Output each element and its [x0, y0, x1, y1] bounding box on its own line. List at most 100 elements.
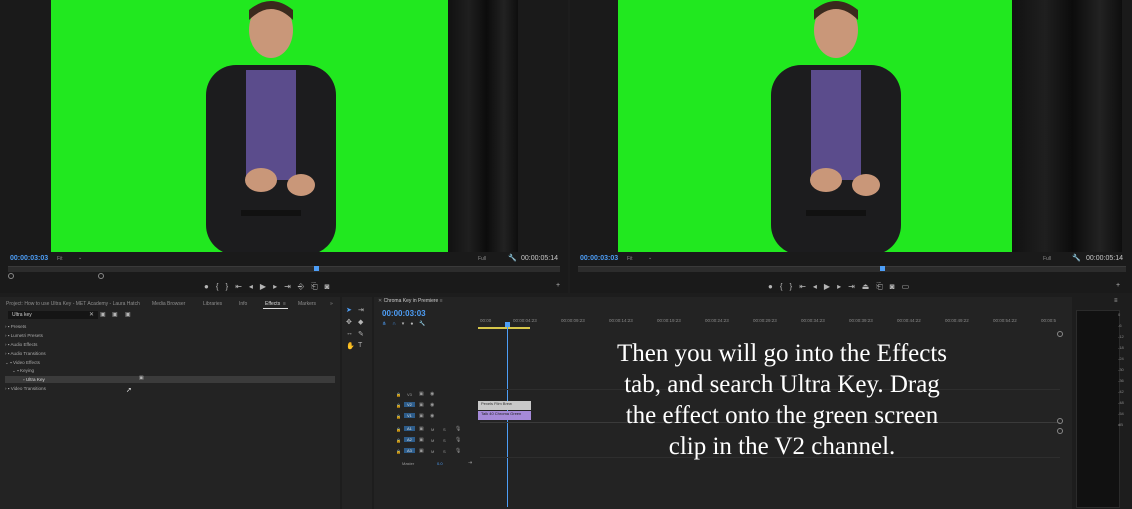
mute-icon[interactable]: M	[431, 438, 434, 443]
play-icon[interactable]: ▶	[824, 282, 837, 291]
tab-effects[interactable]: Effects	[265, 301, 280, 307]
eye-icon[interactable]: ◉	[430, 391, 434, 397]
lock-icon[interactable]: 🔒	[396, 392, 401, 397]
effects-search-input[interactable]: Ultra key	[8, 311, 98, 319]
eye-icon[interactable]: ◉	[430, 402, 434, 408]
program-full-dropdown[interactable]: Full	[1043, 256, 1051, 262]
tree-item-keying[interactable]: ⌄ ▪ Keying	[12, 368, 34, 374]
microphone-icon[interactable]: 🎙	[455, 448, 461, 454]
track-header-master[interactable]: Master 0.0 ⇥	[374, 459, 480, 469]
film-icon[interactable]: ▣	[419, 402, 424, 408]
extract-icon[interactable]: ⎗	[876, 282, 889, 291]
overwrite-icon[interactable]: ⎗	[311, 282, 324, 291]
step-back-icon[interactable]: ◂	[813, 282, 824, 291]
track-select-tool-icon[interactable]: ⇥	[358, 306, 364, 314]
film-icon[interactable]: ▣	[419, 391, 424, 397]
slip-tool-icon[interactable]: ↔	[346, 330, 353, 337]
source-playhead[interactable]	[314, 266, 319, 271]
work-area-bar[interactable]	[478, 327, 530, 329]
microphone-icon[interactable]: 🎙	[455, 426, 461, 432]
hand-tool-icon[interactable]: ✋	[346, 342, 355, 350]
camera-icon[interactable]: ◙	[325, 282, 337, 291]
marker-icon[interactable]: ●	[204, 282, 216, 291]
program-scrubber[interactable]	[578, 266, 1126, 272]
tree-item-presets[interactable]: › ▪ Presets	[5, 324, 26, 329]
pen-tool-icon[interactable]: ✎	[358, 330, 364, 338]
linked-selection-icon[interactable]: ∩	[392, 321, 402, 327]
tree-item-audio-transitions[interactable]: › ▪ Audio Transitions	[5, 351, 46, 356]
track-header-a1[interactable]: 🔒 A1 ▣ M S 🎙	[374, 425, 480, 435]
out-point-marker[interactable]	[98, 273, 104, 279]
sync-lock-icon[interactable]: ▣	[419, 426, 424, 432]
settings-wrench-icon[interactable]: 🔧	[419, 321, 431, 327]
film-icon[interactable]: ▣	[419, 413, 424, 419]
lift-icon[interactable]: ⏏	[862, 282, 877, 291]
source-fit-dropdown[interactable]: Fit	[57, 256, 63, 262]
tab-project[interactable]: Project: How to use Ultra Key - MET Acad…	[6, 301, 140, 307]
panel-menu-icon[interactable]: ≡	[1114, 298, 1118, 304]
insert-icon[interactable]: ⎆	[298, 282, 311, 291]
tree-item-ultra-key[interactable]: ▫ Ultra Key	[23, 377, 45, 382]
mark-out-icon[interactable]: }	[226, 282, 236, 291]
mute-icon[interactable]: M	[431, 449, 434, 454]
source-full-dropdown[interactable]: Full	[478, 256, 486, 262]
mark-in-icon[interactable]: {	[216, 282, 226, 291]
program-fit-dropdown[interactable]: Fit	[627, 256, 633, 262]
timeline-scroll-handle[interactable]	[1057, 331, 1063, 337]
wrench-icon[interactable]: 🔧	[1072, 254, 1081, 262]
mark-out-icon[interactable]: }	[790, 282, 800, 291]
program-playhead[interactable]	[880, 266, 885, 271]
step-forward-icon[interactable]: ▸	[273, 282, 284, 291]
tree-item-audio-effects[interactable]: › ▪ Audio Effects	[5, 342, 37, 347]
accelerated-effects-icon[interactable]: ▣	[100, 311, 106, 318]
add-button-icon[interactable]: +	[1116, 282, 1120, 289]
master-volume[interactable]: 0.0	[437, 461, 443, 466]
timeline-ruler[interactable]: 00:00 00:00:04:23 00:00:09:23 00:00:14:2…	[478, 317, 1058, 326]
mark-in-icon[interactable]: {	[780, 282, 790, 291]
clear-search-icon[interactable]: ✕	[89, 311, 94, 318]
program-timecode[interactable]: 00:00:03:03	[580, 255, 618, 262]
eye-icon[interactable]: ◉	[430, 413, 434, 419]
sequence-tab[interactable]: Chroma Key in Premiere	[384, 298, 439, 304]
selection-tool-icon[interactable]: ➤	[346, 306, 352, 314]
solo-icon[interactable]: S	[443, 449, 446, 454]
solo-icon[interactable]: S	[443, 427, 446, 432]
timeline-scroll-handle[interactable]	[1057, 418, 1063, 424]
wrench-icon[interactable]: 🔧	[508, 254, 517, 262]
ripple-edit-tool-icon[interactable]: ✥	[346, 318, 352, 326]
go-to-end-icon[interactable]: ⇥	[468, 460, 472, 466]
sync-lock-icon[interactable]: ▣	[419, 437, 424, 443]
lock-icon[interactable]: 🔒	[396, 427, 401, 432]
overflow-icon[interactable]: »	[330, 301, 333, 307]
camera-icon[interactable]: ◙	[890, 282, 902, 291]
go-to-out-icon[interactable]: ⇥	[848, 282, 862, 291]
tab-media-browser[interactable]: Media Browser	[152, 301, 185, 307]
track-header-v1[interactable]: 🔒 V1 ▣ ◉	[374, 412, 480, 422]
timeline-timecode[interactable]: 00:00:03:03	[382, 309, 426, 318]
step-forward-icon[interactable]: ▸	[837, 282, 848, 291]
source-timecode[interactable]: 00:00:03:03	[10, 255, 48, 262]
marker-icon[interactable]: ●	[768, 282, 780, 291]
tree-item-lumetri-presets[interactable]: › ▪ Lumetri Presets	[5, 333, 43, 338]
tab-libraries[interactable]: Libraries	[203, 301, 222, 307]
play-icon[interactable]: ▶	[260, 282, 273, 291]
track-header-a2[interactable]: 🔒 A2 ▣ M S 🎙	[374, 436, 480, 446]
snap-icon[interactable]: ⋔	[382, 321, 392, 327]
track-header-v3[interactable]: 🔒 V3 ▣ ◉	[374, 390, 480, 400]
go-to-out-icon[interactable]: ⇥	[284, 282, 298, 291]
go-to-in-icon[interactable]: ⇤	[799, 282, 813, 291]
yuv-effects-icon[interactable]: ▣	[125, 311, 131, 318]
marker-icon[interactable]: ●	[410, 321, 419, 327]
razor-tool-icon[interactable]: ◆	[358, 318, 363, 326]
source-scrubber[interactable]	[8, 266, 560, 272]
lock-icon[interactable]: 🔒	[396, 449, 401, 454]
tab-info[interactable]: Info	[239, 301, 247, 307]
tab-markers[interactable]: Markers	[298, 301, 316, 307]
in-point-marker[interactable]	[8, 273, 14, 279]
sync-lock-icon[interactable]: ▣	[419, 448, 424, 454]
mute-icon[interactable]: M	[431, 427, 434, 432]
lock-icon[interactable]: 🔒	[396, 438, 401, 443]
step-back-icon[interactable]: ◂	[249, 282, 260, 291]
clip-v2-film-brew[interactable]: Pexels Film Brew	[478, 401, 531, 410]
solo-icon[interactable]: S	[443, 438, 446, 443]
